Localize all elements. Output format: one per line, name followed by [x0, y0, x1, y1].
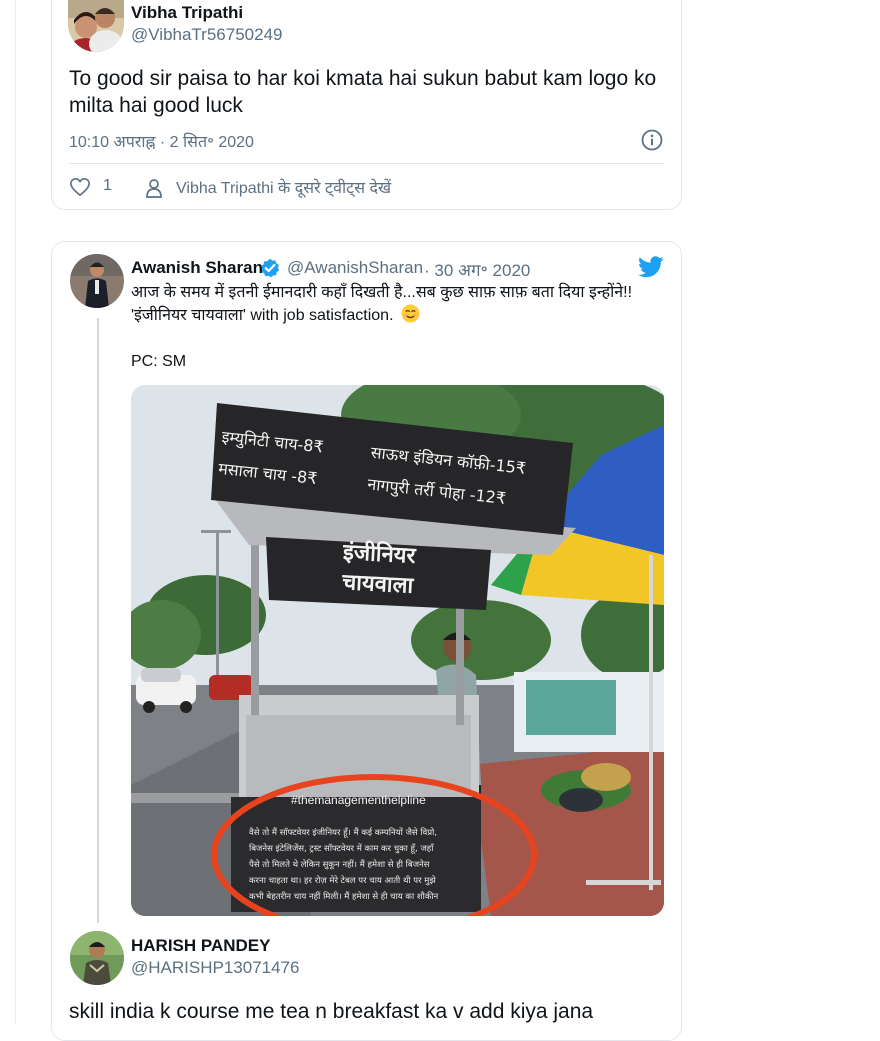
tweet-divider [69, 163, 664, 164]
person-icon [146, 179, 162, 198]
smile-emoji-icon [401, 304, 420, 323]
cart-note-line: कभी बेहतरीन चाय नहीं मिली। मैं हमेशा से … [249, 892, 439, 902]
author-handle[interactable]: @AwanishSharan [287, 258, 423, 278]
tweet-text: skill india k course me tea n breakfast … [69, 1000, 594, 1023]
tweet-timestamp[interactable]: 10:10 अपराह्न · 2 सित॰ 2020 [69, 130, 254, 152]
timeline-left-border [15, 0, 16, 1024]
tweet-text-line2: 'इंजीनियर चायवाला' with job satisfaction… [131, 304, 420, 328]
photo-credit: PC: SM [131, 353, 187, 370]
like-button[interactable]: 1 [69, 175, 119, 199]
avatar-photo [70, 254, 124, 308]
cart-note: वैसे तो मैं सॉफ्टवेयर इंजीनियर हूँ। मैं … [249, 825, 481, 911]
cart-note-line: पैसे तो मिलते थे लेकिन सुकून नहीं। मैं ह… [249, 860, 430, 870]
tweet-photo[interactable]: इम्युनिटी चाय-8₹ साऊथ इंडियन कॉफ़ी-15₹ म… [131, 385, 664, 916]
menu-item-nagpuri-poha: नागपुरी तर्री पोहा -12₹ [366, 474, 507, 508]
tweet-date[interactable]: · 30 अग॰ 2020 [424, 258, 530, 281]
cart-note-line: करना चाहता था। हर रोज़ मेरे टेबल पर चाय … [249, 876, 436, 886]
cart-note-line: बिजनेस इंटेलिजेंस, ट्रस्ट सॉफ्टवेयर में … [249, 844, 434, 854]
like-count: 1 [103, 177, 112, 194]
cart-hashtag: #themanagementhelpline [291, 793, 426, 807]
avatar[interactable] [70, 254, 124, 308]
more-tweets-label: Vibha Tripathi के दूसरे ट्वीट्स देखें [176, 180, 392, 197]
heart-icon [70, 177, 90, 197]
twitter-bird-icon[interactable] [638, 256, 664, 278]
author-handle[interactable]: @HARISHP13071476 [131, 958, 299, 978]
stall-name-board: इंजीनियर चायवाला [275, 535, 483, 606]
author-name[interactable]: HARISH PANDEY [131, 936, 270, 956]
thread-connector [97, 318, 99, 923]
avatar-photo [70, 931, 124, 985]
author-name[interactable]: Awanish Sharan [131, 258, 263, 278]
author-name[interactable]: Vibha Tripathi [131, 3, 243, 23]
tweet-text: To good sir paisa to har koi kmata hai s… [69, 67, 657, 117]
verified-badge-icon [260, 258, 280, 278]
tweet-text-line2-label: 'इंजीनियर चायवाला' with job satisfaction… [131, 307, 394, 324]
cart-note-line: वैसे तो मैं सॉफ्टवेयर इंजीनियर हूँ। मैं … [249, 828, 438, 838]
author-handle[interactable]: @VibhaTr56750249 [131, 25, 282, 45]
menu-item-masala-chai: मसाला चाय -8₹ [217, 458, 319, 489]
tweet-text-line1: आज के समय में इतनी ईमानदारी कहाँ दिखती ह… [131, 284, 633, 301]
info-icon[interactable] [641, 129, 663, 151]
avatar[interactable] [70, 931, 124, 985]
